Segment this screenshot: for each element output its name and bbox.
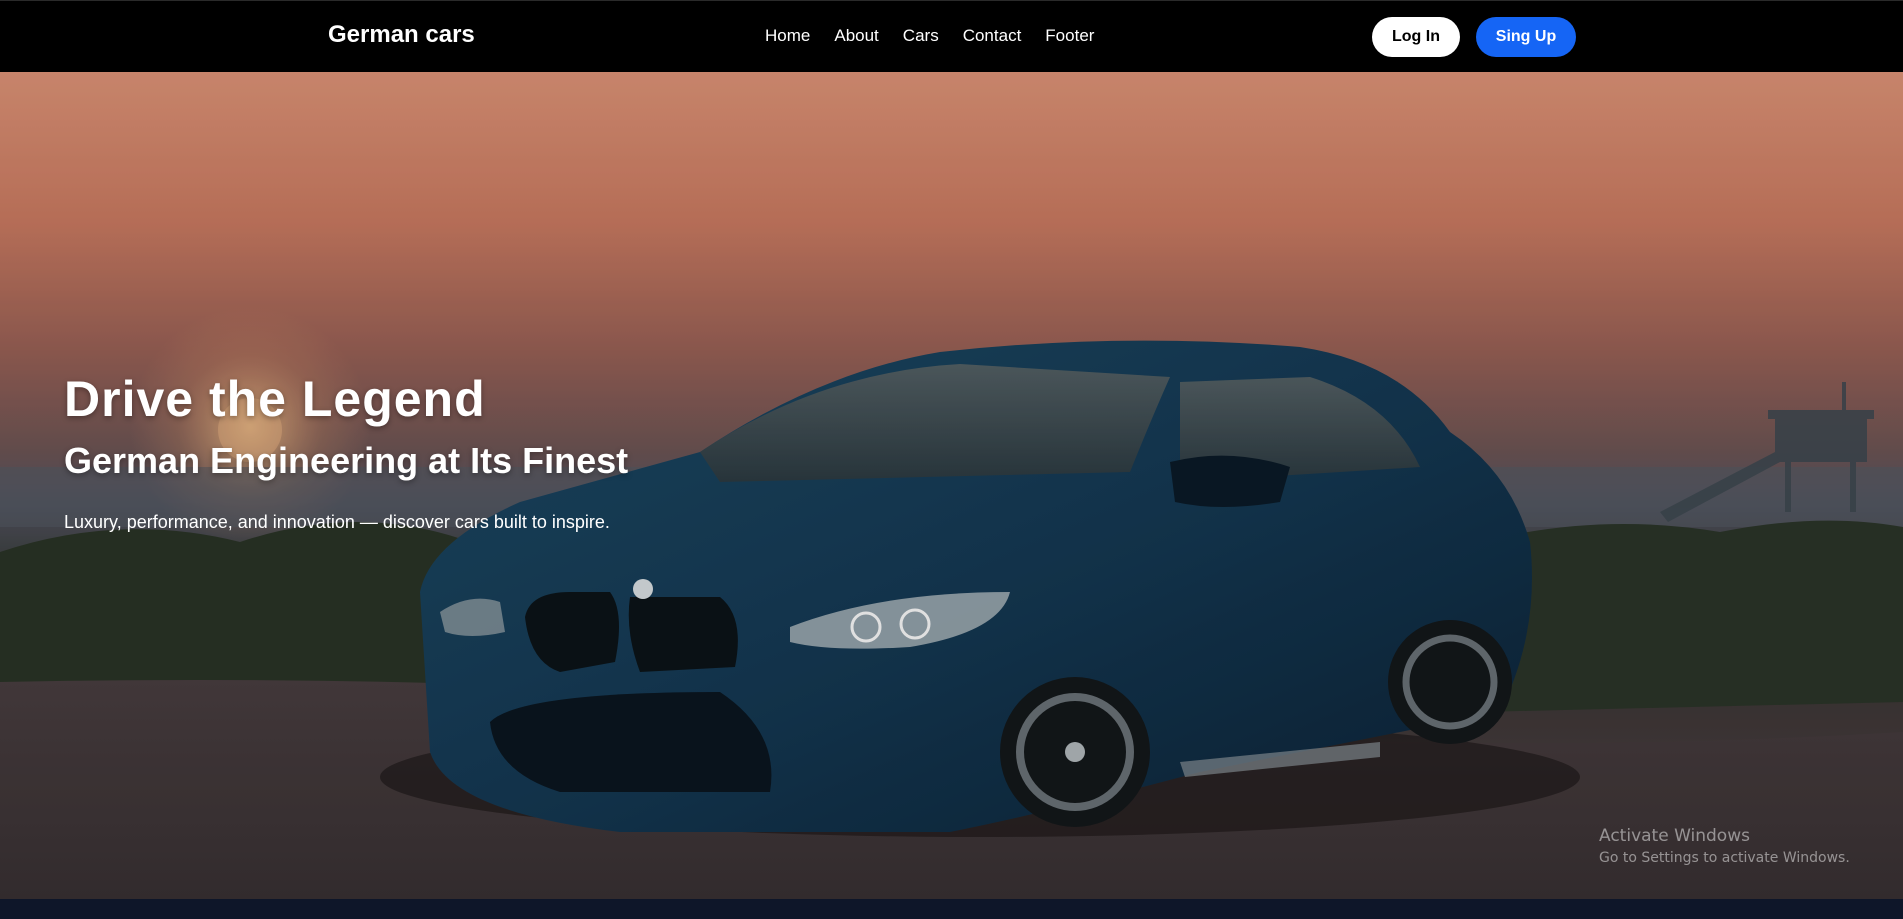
nav-link-home[interactable]: Home: [765, 26, 810, 46]
next-section-edge: [0, 899, 1903, 919]
hero-tagline: Luxury, performance, and innovation — di…: [64, 512, 610, 532]
navbar: German cars Home About Cars Contact Foot…: [0, 0, 1903, 72]
nav-link-contact[interactable]: Contact: [963, 26, 1022, 46]
signup-button[interactable]: Sing Up: [1476, 17, 1576, 57]
hero-title: Drive the Legend: [64, 371, 486, 427]
nav-links: Home About Cars Contact Footer: [765, 26, 1094, 46]
hero-overlay: [0, 72, 1903, 899]
nav-link-footer[interactable]: Footer: [1045, 26, 1094, 46]
watermark-subtitle: Go to Settings to activate Windows.: [1599, 850, 1850, 866]
hero-section: Drive the Legend German Engineering at I…: [0, 72, 1903, 899]
nav-link-about[interactable]: About: [834, 26, 878, 46]
hero-subtitle: German Engineering at Its Finest: [64, 440, 629, 481]
page: German cars Home About Cars Contact Foot…: [0, 0, 1903, 919]
login-button[interactable]: Log In: [1372, 17, 1460, 57]
watermark-title: Activate Windows: [1599, 826, 1750, 846]
nav-link-cars[interactable]: Cars: [903, 26, 939, 46]
windows-activation-watermark: Activate Windows Go to Settings to activ…: [1599, 826, 1850, 866]
brand-logo[interactable]: German cars: [328, 21, 475, 49]
